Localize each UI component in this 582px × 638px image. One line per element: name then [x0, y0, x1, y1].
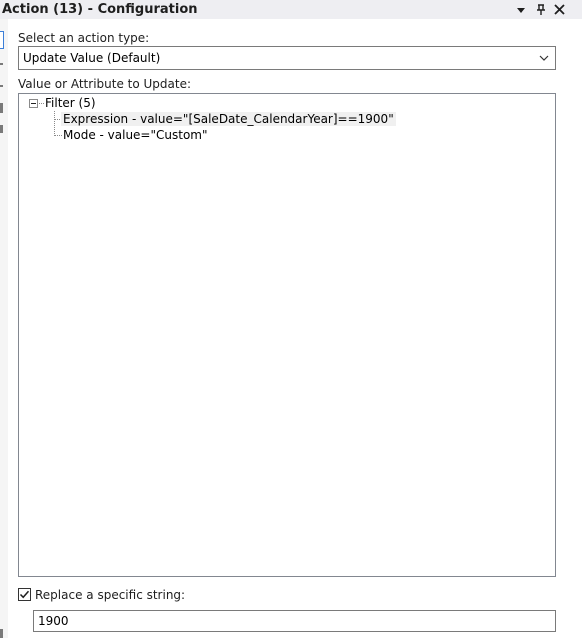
window-menu-button[interactable] — [512, 0, 530, 19]
left-edge-strip — [0, 19, 8, 638]
replace-string-checkbox[interactable] — [18, 588, 31, 601]
collapse-toggle-icon[interactable] — [29, 99, 38, 108]
pin-button[interactable] — [532, 0, 550, 19]
pin-icon — [537, 3, 545, 15]
left-edge-active-marker — [0, 31, 4, 49]
left-edge-mark — [0, 103, 3, 113]
tree-connector — [54, 111, 55, 136]
close-icon — [553, 4, 565, 15]
left-edge-mark — [0, 63, 3, 65]
tree-connector — [39, 103, 44, 104]
title-bar: Action (13) - Configuration — [0, 0, 582, 19]
action-type-selected-value: Update Value (Default) — [23, 51, 161, 65]
left-edge-mark — [0, 629, 3, 638]
action-type-select[interactable]: Update Value (Default) — [18, 46, 556, 70]
action-type-label: Select an action type: — [18, 31, 150, 45]
checkmark-icon — [19, 590, 30, 599]
window-title: Action (13) - Configuration — [2, 2, 198, 17]
tree-node-expression[interactable]: Expression - value="[SaleDate_CalendarYe… — [61, 112, 396, 126]
tree-connector — [54, 135, 62, 136]
tree-node-filter[interactable]: Filter (5) — [45, 96, 96, 110]
configuration-window: Action (13) - Configuration Select an ac… — [0, 0, 582, 638]
left-edge-mark — [0, 85, 3, 87]
chevron-down-icon — [539, 55, 549, 61]
left-edge-mark — [0, 125, 3, 133]
close-button[interactable] — [550, 0, 568, 19]
replace-string-label: Replace a specific string: — [35, 588, 186, 602]
value-tree[interactable]: Filter (5) Expression - value="[SaleDate… — [18, 93, 556, 577]
replace-string-input[interactable]: 1900 — [33, 610, 556, 632]
replace-string-value: 1900 — [38, 614, 69, 628]
triangle-down-icon — [517, 7, 525, 13]
tree-node-mode[interactable]: Mode - value="Custom" — [63, 128, 208, 142]
value-to-update-label: Value or Attribute to Update: — [18, 77, 192, 91]
